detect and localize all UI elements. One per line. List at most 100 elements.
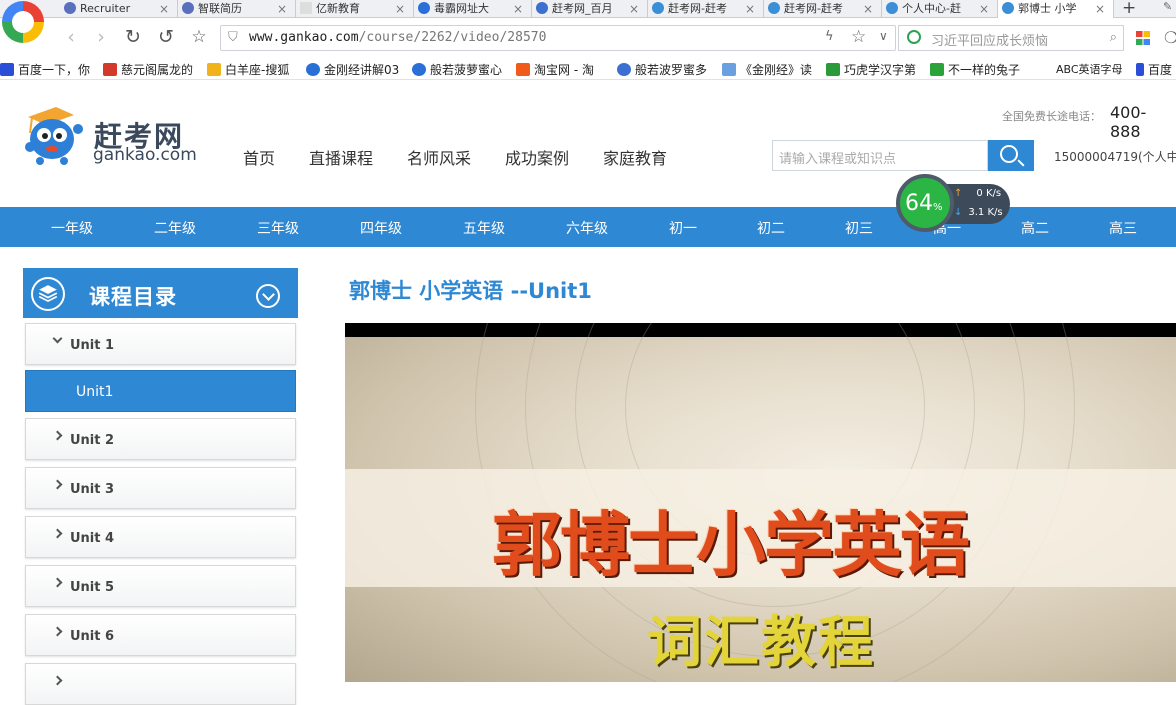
forward-icon[interactable]: › xyxy=(90,26,112,48)
bookmark-item[interactable]: ABC英语字母 xyxy=(1056,61,1123,77)
browser-logo-icon[interactable] xyxy=(2,1,44,43)
browser-tab-active[interactable]: 郭博士 小学 × xyxy=(998,0,1114,19)
close-icon[interactable]: × xyxy=(277,0,287,18)
course-search-button[interactable] xyxy=(988,140,1034,171)
percent-value: 64 xyxy=(905,191,933,216)
grade-link[interactable]: 初一 xyxy=(669,218,697,238)
mascot-logo-icon[interactable] xyxy=(22,103,86,165)
grade-link[interactable]: 高二 xyxy=(1021,218,1049,238)
chevron-down-icon[interactable]: ∨ xyxy=(879,29,888,43)
browser-tab[interactable]: 智联简历 × xyxy=(178,0,296,18)
bookmark-item[interactable]: 淘宝网 - 淘 xyxy=(516,61,594,78)
unit-item[interactable]: Unit 5 xyxy=(25,565,296,607)
logo-domain[interactable]: gankao.com xyxy=(93,145,197,165)
unit-item[interactable]: Unit 1 xyxy=(25,323,296,365)
close-icon[interactable]: × xyxy=(395,0,405,18)
url-input[interactable]: ⛉ www.gankao.com/course/2262/video/28570… xyxy=(220,25,896,51)
nav-live-courses[interactable]: 直播课程 xyxy=(309,145,373,169)
browser-tab[interactable]: Recruiter × xyxy=(60,0,178,18)
browser-tab[interactable]: 赶考网-赶考 × xyxy=(648,0,764,18)
star-icon[interactable]: ☆ xyxy=(188,26,210,48)
bookmark-item[interactable]: 般若菠萝蜜心 xyxy=(412,61,502,78)
unit-label: Unit 6 xyxy=(70,629,115,644)
close-icon[interactable]: × xyxy=(629,0,639,18)
tab-label: Recruiter xyxy=(80,2,131,15)
bookmark-item[interactable]: 金刚经讲解03 xyxy=(306,61,399,78)
layers-icon xyxy=(31,277,65,311)
globe-icon xyxy=(182,2,194,14)
grade-link[interactable]: 四年级 xyxy=(360,218,402,238)
tab-label: 毒霸网址大 xyxy=(434,2,489,15)
bookmark-item[interactable]: 百度一下，你 xyxy=(0,61,90,78)
unit-item[interactable]: Unit 3 xyxy=(25,467,296,509)
chevron-right-icon xyxy=(52,577,63,588)
tab-menu-icon[interactable]: ✎ xyxy=(1163,0,1172,13)
catalog-header[interactable]: 课程目录 xyxy=(23,268,298,318)
download-arrow-icon: ↓ xyxy=(954,207,963,218)
browser-search-input[interactable]: 习近平回应成长烦恼 ⌕ xyxy=(898,25,1124,51)
bookmark-label: 般若波罗蜜多 xyxy=(635,63,708,77)
close-icon[interactable]: × xyxy=(979,0,989,18)
browser-tab[interactable]: 毒霸网址大 × xyxy=(414,0,532,18)
bookmark-item[interactable]: 白羊座-搜狐 xyxy=(207,61,289,78)
network-speed-widget[interactable]: ↑ 0 K/s ↓ 3.1 K/s 64% xyxy=(896,174,1014,234)
grade-link[interactable]: 一年级 xyxy=(51,218,93,238)
unit-label: Unit 4 xyxy=(70,531,115,546)
new-tab-button[interactable]: + xyxy=(1122,0,1136,18)
unit-item[interactable]: Unit 6 xyxy=(25,614,296,656)
nav-success-cases[interactable]: 成功案例 xyxy=(505,145,569,169)
bookmark-label: ABC英语字母 xyxy=(1056,63,1123,76)
lesson-item-active[interactable]: Unit1 xyxy=(25,370,296,412)
nav-teachers[interactable]: 名师风采 xyxy=(407,145,471,169)
user-account-link[interactable]: 15000004719(个人中心 xyxy=(1054,148,1176,165)
grade-link[interactable]: 三年级 xyxy=(257,218,299,238)
course-search-input[interactable]: 请输入课程或知识点 xyxy=(772,140,988,171)
chevron-right-icon xyxy=(52,626,63,637)
grade-link[interactable]: 二年级 xyxy=(154,218,196,238)
grade-link[interactable]: 六年级 xyxy=(566,218,608,238)
close-icon[interactable]: × xyxy=(159,0,169,18)
paw-icon xyxy=(0,63,14,76)
grade-link[interactable]: 高三 xyxy=(1109,218,1137,238)
refresh-icon[interactable]: ↻ xyxy=(122,26,144,48)
browser-tab[interactable]: 个人中心-赶 × xyxy=(882,0,998,18)
bookmark-item[interactable]: 《金刚经》读 xyxy=(722,61,812,78)
lightning-icon[interactable]: ϟ xyxy=(825,29,834,44)
close-icon[interactable]: × xyxy=(513,0,523,18)
memory-usage-circle[interactable]: 64% xyxy=(896,174,954,232)
grade-link[interactable]: 初三 xyxy=(845,218,873,238)
close-icon[interactable]: × xyxy=(863,0,873,18)
apps-grid-icon[interactable] xyxy=(1136,31,1150,45)
bookmark-star-icon[interactable]: ☆ xyxy=(851,27,866,47)
unit-item[interactable]: Unit 4 xyxy=(25,516,296,558)
site-icon xyxy=(930,63,944,76)
extension-icon[interactable]: ❍ xyxy=(1164,28,1176,47)
chevron-down-icon[interactable] xyxy=(256,284,280,308)
grade-link[interactable]: 初二 xyxy=(757,218,785,238)
nav-home[interactable]: 首页 xyxy=(243,145,275,169)
undo-icon[interactable]: ↺ xyxy=(155,26,177,48)
upload-value: 0 xyxy=(976,188,983,199)
address-bar: ‹ › ↻ ↺ ☆ ⛉ www.gankao.com/course/2262/v… xyxy=(0,18,1176,58)
speed-unit: K/s xyxy=(987,207,1003,218)
video-frame: 郭博士小学英语 词汇教程 xyxy=(345,323,1176,682)
bookmark-item[interactable]: 不一样的兔子 xyxy=(930,61,1020,78)
bookmark-item[interactable]: 巧虎学汉字第 xyxy=(826,61,916,78)
video-player[interactable]: 郭博士小学英语 词汇教程 xyxy=(345,323,1176,682)
back-icon[interactable]: ‹ xyxy=(60,26,82,48)
grade-link[interactable]: 五年级 xyxy=(463,218,505,238)
close-icon[interactable]: × xyxy=(745,0,755,18)
bookmark-item[interactable]: 百度 xyxy=(1136,61,1172,78)
browser-tab[interactable]: 赶考网_百月 × xyxy=(532,0,648,18)
download-value: 3.1 xyxy=(968,207,985,218)
close-icon[interactable]: × xyxy=(1095,0,1105,18)
unit-item[interactable] xyxy=(25,663,296,705)
bookmark-item[interactable]: 慈元阁属龙的 xyxy=(103,61,193,78)
browser-tab[interactable]: 赶考网-赶考 × xyxy=(764,0,882,18)
nav-family-education[interactable]: 家庭教育 xyxy=(603,145,667,169)
unit-item[interactable]: Unit 2 xyxy=(25,418,296,460)
search-icon[interactable]: ⌕ xyxy=(1110,30,1117,45)
browser-tab[interactable]: 亿新教育 × xyxy=(296,0,414,18)
bookmark-item[interactable]: 般若波罗蜜多 xyxy=(617,61,707,78)
tab-label: 个人中心-赶 xyxy=(902,2,961,15)
